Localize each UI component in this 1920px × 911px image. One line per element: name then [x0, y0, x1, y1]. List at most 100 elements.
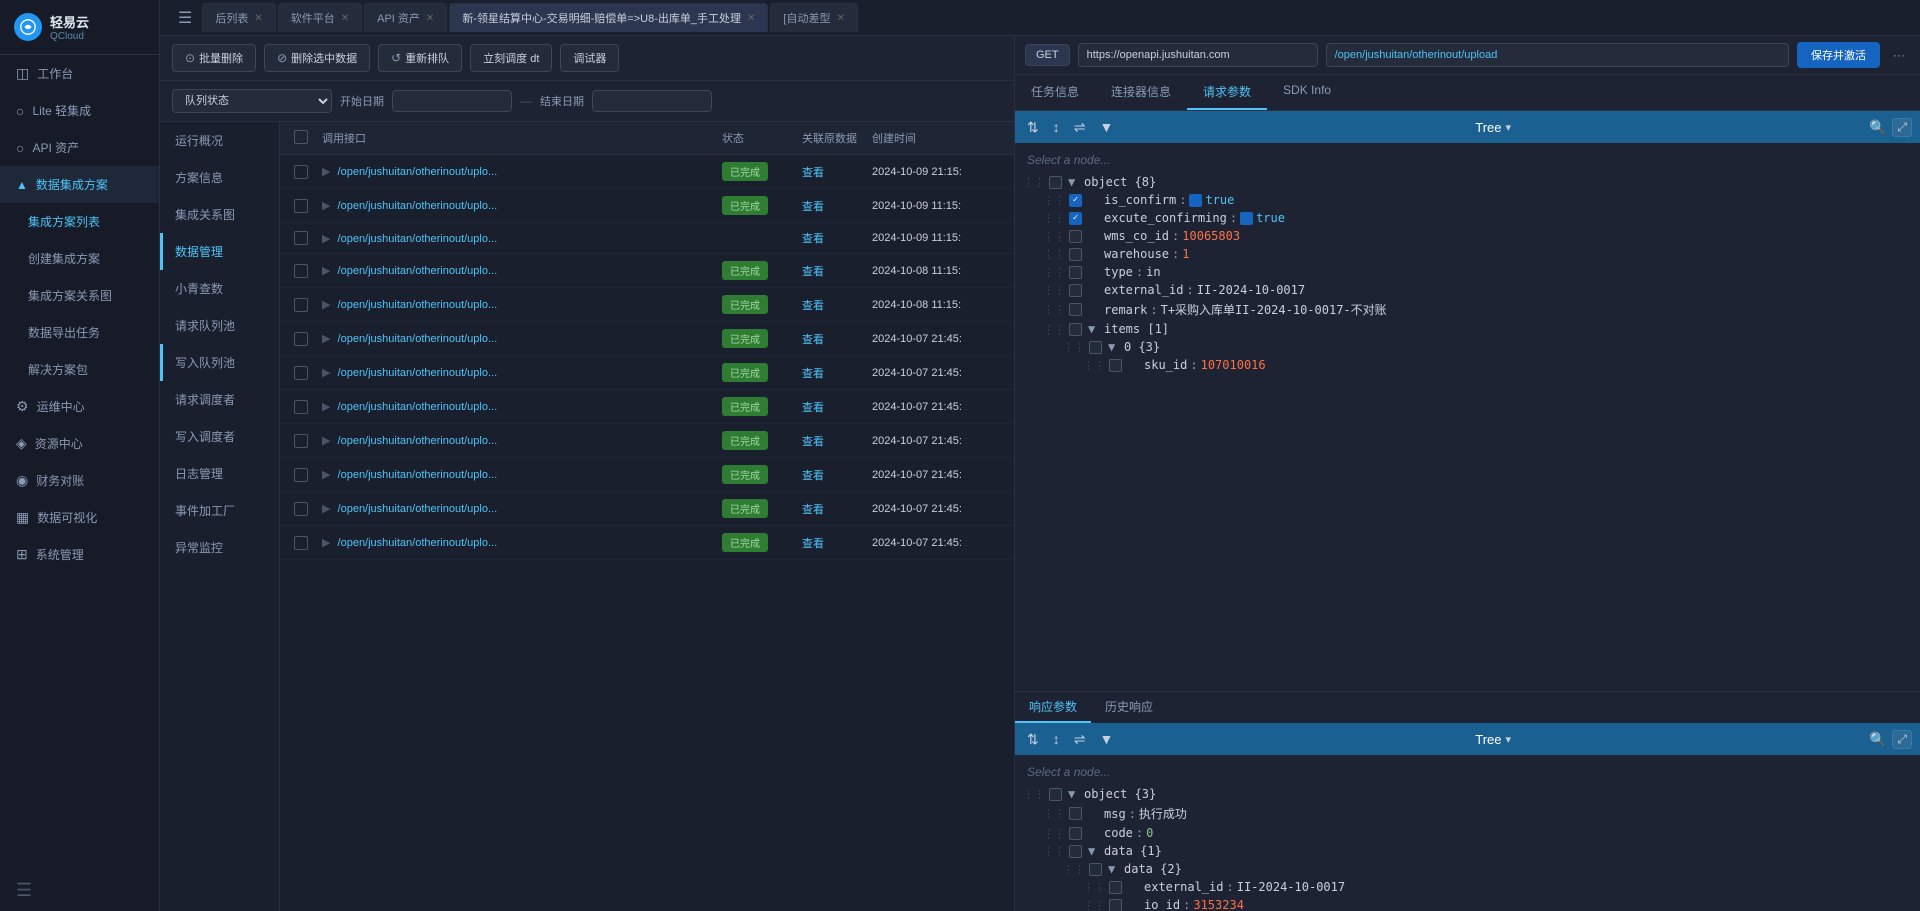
rtab-task-info[interactable]: 任务信息 [1015, 75, 1095, 110]
node-checkbox[interactable] [1109, 359, 1122, 372]
row-checkbox[interactable] [294, 298, 308, 312]
sidebar-item-integration[interactable]: ▲ 数据集成方案 [0, 166, 159, 203]
view-link[interactable]: 查看 [802, 470, 824, 482]
menu-item-check[interactable]: 小青查数 [160, 270, 279, 307]
menu-item-req-pool[interactable]: 请求队列池 [160, 307, 279, 344]
menu-item-write-pool[interactable]: 写入队列池 [160, 344, 279, 381]
tab-4[interactable]: [自动差型 ✕ [770, 3, 857, 32]
expand-icon[interactable]: ▼ [1068, 175, 1080, 189]
drag-handle[interactable]: ⋮⋮ [1043, 827, 1065, 840]
menu-item-alert[interactable]: 异常监控 [160, 529, 279, 566]
sidebar-item-api[interactable]: ○ API 资产 [0, 129, 159, 166]
resp-expand-all-icon[interactable]: ⇅ [1023, 729, 1043, 750]
tab-2-close[interactable]: ✕ [426, 13, 434, 24]
menu-item-event-factory[interactable]: 事件加工厂 [160, 492, 279, 529]
row-checkbox[interactable] [294, 165, 308, 179]
row-checkbox[interactable] [294, 366, 308, 380]
menu-item-data[interactable]: 数据管理 [160, 233, 279, 270]
node-checkbox[interactable]: ✓ [1069, 194, 1082, 207]
drag-handle[interactable]: ⋮⋮ [1023, 788, 1045, 801]
row-checkbox[interactable] [294, 332, 308, 346]
batch-delete-btn[interactable]: ⊙ 批量删除 [172, 44, 256, 72]
node-checkbox[interactable] [1069, 807, 1082, 820]
node-checkbox[interactable] [1089, 341, 1102, 354]
expand-icon[interactable]: ▼ [1108, 340, 1120, 354]
node-checkbox[interactable] [1069, 845, 1082, 858]
view-link[interactable]: 查看 [802, 233, 824, 245]
rtab-connector[interactable]: 连接器信息 [1095, 75, 1187, 110]
api-link[interactable]: /open/jushuitan/otherinout/uplo... [338, 435, 498, 447]
sidebar-bottom-icon[interactable]: ☰ [0, 870, 159, 911]
rtab-request-params[interactable]: 请求参数 [1187, 75, 1267, 110]
api-link[interactable]: /open/jushuitan/otherinout/uplo... [338, 469, 498, 481]
drag-handle[interactable]: ⋮⋮ [1043, 212, 1065, 225]
expand-icon[interactable]: ▼ [1108, 862, 1120, 876]
row-checkbox[interactable] [294, 434, 308, 448]
header-checkbox[interactable] [294, 130, 308, 144]
play-icon[interactable]: ▶ [322, 367, 330, 379]
drag-handle[interactable]: ⋮⋮ [1043, 807, 1065, 820]
more-btn[interactable]: ··· [1888, 43, 1910, 67]
play-icon[interactable]: ▶ [322, 299, 330, 311]
tree-expand-icon[interactable]: ⤢ [1892, 118, 1912, 137]
tab-1-close[interactable]: ✕ [341, 13, 349, 24]
api-link[interactable]: /open/jushuitan/otherinout/uplo... [338, 333, 498, 345]
view-link[interactable]: 查看 [802, 167, 824, 179]
resp-tree-expand-icon[interactable]: ⤢ [1892, 730, 1912, 749]
menu-item-req-scheduler[interactable]: 请求调度者 [160, 381, 279, 418]
play-icon[interactable]: ▶ [322, 401, 330, 413]
drag-handle[interactable]: ⋮⋮ [1083, 899, 1105, 911]
row-checkbox[interactable] [294, 231, 308, 245]
play-icon[interactable]: ▶ [322, 166, 330, 178]
play-icon[interactable]: ▶ [322, 233, 330, 245]
view-link[interactable]: 查看 [802, 436, 824, 448]
sidebar-item-workspace[interactable]: ◫ 工作台 [0, 55, 159, 92]
tree-search-icon[interactable]: 🔍 [1869, 119, 1886, 136]
drag-handle[interactable]: ⋮⋮ [1043, 323, 1065, 336]
api-link[interactable]: /open/jushuitan/otherinout/uplo... [338, 401, 498, 413]
resp-tree-search-icon[interactable]: 🔍 [1869, 731, 1886, 748]
debug-btn[interactable]: 调试器 [560, 44, 619, 72]
sidebar-item-export[interactable]: 数据导出任务 [0, 314, 159, 351]
view-link[interactable]: 查看 [802, 201, 824, 213]
view-link[interactable]: 查看 [802, 538, 824, 550]
drag-handle[interactable]: ⋮⋮ [1063, 341, 1085, 354]
row-checkbox[interactable] [294, 400, 308, 414]
tree-expand-all-icon[interactable]: ⇅ [1023, 117, 1043, 138]
play-icon[interactable]: ▶ [322, 265, 330, 277]
tab-2[interactable]: API 资产 ✕ [364, 3, 447, 32]
hamburger-menu[interactable]: ☰ [168, 2, 202, 34]
play-icon[interactable]: ▶ [322, 537, 330, 549]
menu-item-logs[interactable]: 日志管理 [160, 455, 279, 492]
rtab-sdk[interactable]: SDK Info [1267, 75, 1347, 110]
delete-selected-btn[interactable]: ⊘ 删除选中数据 [264, 44, 370, 72]
menu-item-info[interactable]: 方案信息 [160, 159, 279, 196]
queue-status-select[interactable]: 队列状态 [172, 89, 332, 113]
node-checkbox[interactable] [1069, 248, 1082, 261]
tab-0[interactable]: 后列表 ✕ [202, 3, 275, 32]
node-checkbox[interactable] [1089, 863, 1102, 876]
api-link[interactable]: /open/jushuitan/otherinout/uplo... [338, 166, 498, 178]
expand-icon[interactable]: ▼ [1088, 844, 1100, 858]
api-link[interactable]: /open/jushuitan/otherinout/uplo... [338, 200, 498, 212]
play-icon[interactable]: ▶ [322, 200, 330, 212]
schedule-btn[interactable]: 立刻调度 dt [470, 44, 552, 72]
play-icon[interactable]: ▶ [322, 435, 330, 447]
play-icon[interactable]: ▶ [322, 503, 330, 515]
tree-sort-icon[interactable]: ↕ [1049, 117, 1064, 137]
drag-handle[interactable]: ⋮⋮ [1043, 266, 1065, 279]
drag-handle[interactable]: ⋮⋮ [1023, 176, 1045, 189]
sidebar-item-finance[interactable]: ◉ 财务对账 [0, 462, 159, 499]
row-checkbox[interactable] [294, 468, 308, 482]
tab-1[interactable]: 软件平台 ✕ [278, 3, 362, 32]
view-link[interactable]: 查看 [802, 402, 824, 414]
api-link[interactable]: /open/jushuitan/otherinout/uplo... [338, 503, 498, 515]
api-link[interactable]: /open/jushuitan/otherinout/uplo... [338, 537, 498, 549]
drag-handle[interactable]: ⋮⋮ [1083, 881, 1105, 894]
node-checkbox[interactable] [1049, 788, 1062, 801]
node-checkbox[interactable] [1109, 899, 1122, 911]
api-link[interactable]: /open/jushuitan/otherinout/uplo... [338, 233, 498, 245]
tab-3-close[interactable]: ✕ [747, 13, 755, 24]
menu-item-overview[interactable]: 运行概况 [160, 122, 279, 159]
expand-icon[interactable]: ▼ [1088, 322, 1100, 336]
